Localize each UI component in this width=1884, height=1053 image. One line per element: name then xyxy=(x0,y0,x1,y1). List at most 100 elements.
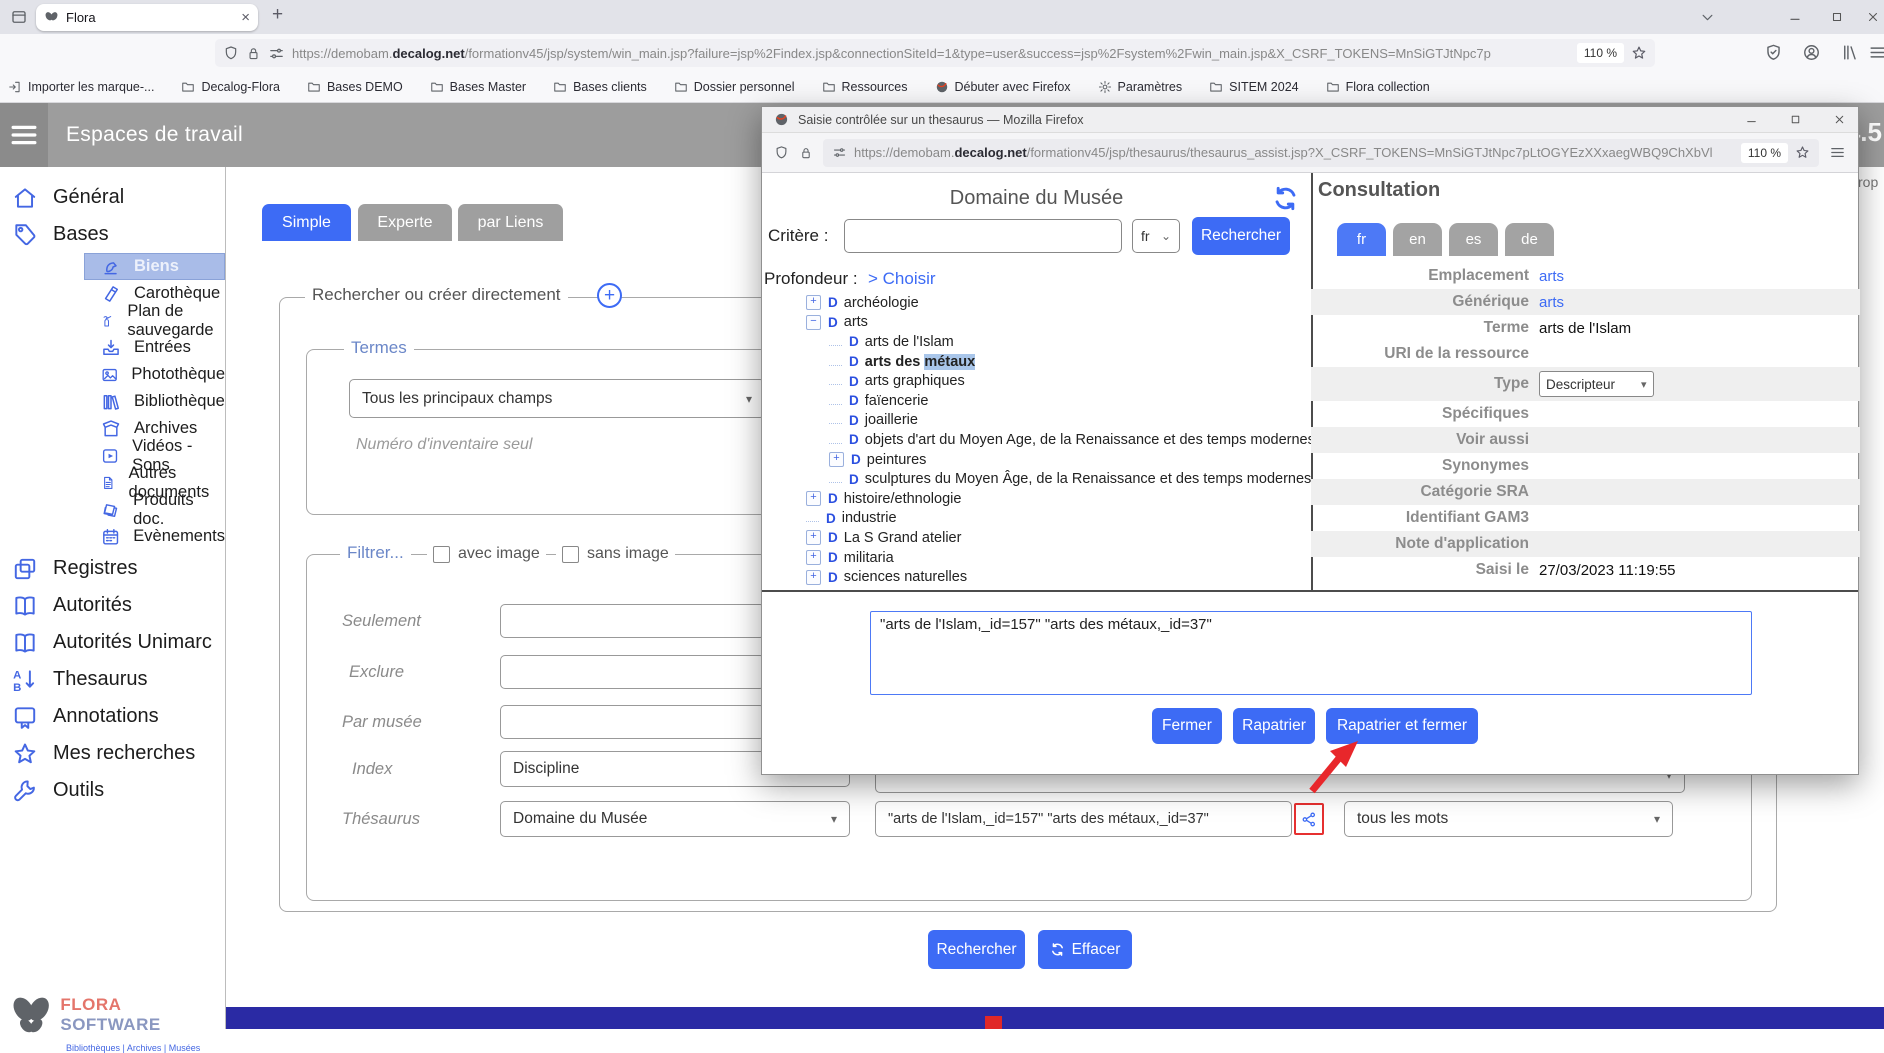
window-minimize-icon[interactable] xyxy=(1788,10,1802,24)
popup-url-bar[interactable]: https://demobam.decalog.net/formationv45… xyxy=(823,139,1819,167)
tree-item[interactable]: +Dsciences naturelles xyxy=(762,567,1311,587)
tree-item[interactable]: Dfaïencerie xyxy=(762,391,1311,411)
window-maximize-icon[interactable] xyxy=(1830,10,1844,24)
bookmark-item[interactable]: Importer les marque-... xyxy=(8,80,154,94)
collapse-minus-icon[interactable]: − xyxy=(806,315,821,330)
bookmark-item[interactable]: Bases clients xyxy=(553,80,647,94)
consultation-value-link[interactable]: arts xyxy=(1539,268,1564,285)
popup-search-button[interactable]: Rechercher xyxy=(1192,217,1290,255)
popup-maximize-icon[interactable] xyxy=(1789,113,1802,126)
list-tabs-chevron-icon[interactable] xyxy=(1700,10,1715,25)
shield-icon[interactable] xyxy=(774,145,789,160)
close-button[interactable]: Fermer xyxy=(1152,708,1222,744)
expand-plus-icon[interactable]: + xyxy=(806,550,821,565)
lock-icon[interactable] xyxy=(799,146,813,160)
thesaurus-select[interactable]: Domaine du Musée▾ xyxy=(500,801,850,837)
bookmark-item[interactable]: Bases Master xyxy=(430,80,526,94)
sidebar-hamburger-block[interactable] xyxy=(0,103,48,167)
sidebar-item-bases[interactable]: Bases xyxy=(0,216,225,253)
zoom-level-badge[interactable]: 110 % xyxy=(1577,43,1624,63)
tab-experte[interactable]: Experte xyxy=(358,204,452,241)
popup-title-bar[interactable]: Saisie contrôlée sur un thesaurus — Mozi… xyxy=(762,107,1858,133)
tab-par-liens[interactable]: par Liens xyxy=(458,204,563,241)
permissions-icon[interactable] xyxy=(268,45,285,62)
sidebar-item-autorit-s[interactable]: Autorités xyxy=(0,587,225,624)
tree-item[interactable]: Djoaillerie xyxy=(762,411,1311,431)
exclure-input[interactable] xyxy=(500,655,765,689)
create-plus-icon[interactable]: + xyxy=(597,283,622,308)
pocket-shield-icon[interactable] xyxy=(1764,43,1783,62)
window-close-icon[interactable] xyxy=(1866,10,1880,24)
language-select[interactable]: fr⌄ xyxy=(1132,219,1180,253)
expand-plus-icon[interactable]: + xyxy=(829,452,844,467)
depth-choose-link[interactable]: > Choisir xyxy=(868,269,936,289)
sidebar-item-produits-doc-[interactable]: Produits doc. xyxy=(0,496,225,523)
lang-tab-de[interactable]: de xyxy=(1505,223,1554,256)
tree-item[interactable]: +DLa S Grand atelier xyxy=(762,528,1311,548)
thesaurus-assist-button[interactable] xyxy=(1294,803,1324,835)
lang-tab-en[interactable]: en xyxy=(1393,223,1442,256)
bookmark-item[interactable]: Flora collection xyxy=(1326,80,1430,94)
sidebar-item-biblioth-que[interactable]: Bibliothèque xyxy=(0,388,225,415)
bookmark-item[interactable]: Bases DEMO xyxy=(307,80,403,94)
bookmark-item[interactable]: Débuter avec Firefox xyxy=(935,80,1071,94)
tree-item[interactable]: +Dpeintures xyxy=(762,450,1311,470)
firefox-view-icon[interactable] xyxy=(10,8,28,26)
sidebar-item-annotations[interactable]: Annotations xyxy=(0,698,225,735)
expand-plus-icon[interactable]: + xyxy=(806,530,821,545)
browser-tab[interactable]: Flora × xyxy=(36,4,258,31)
tree-item[interactable]: −Darts xyxy=(762,313,1311,333)
match-mode-select[interactable]: tous les mots▾ xyxy=(1344,801,1673,837)
sidebar-item-ev-nements[interactable]: Evènements xyxy=(0,523,225,550)
sidebar-item-biens[interactable]: Biens xyxy=(84,253,225,280)
clear-button[interactable]: Effacer xyxy=(1038,930,1132,969)
search-button[interactable]: Rechercher xyxy=(928,930,1025,969)
sidebar-item-autorit-s-unimarc[interactable]: Autorités Unimarc xyxy=(0,624,225,661)
expand-plus-icon[interactable]: + xyxy=(806,570,821,585)
tree-item[interactable]: Darts de l'Islam xyxy=(762,332,1311,352)
expand-plus-icon[interactable]: + xyxy=(806,491,821,506)
tree-item[interactable]: Dindustrie xyxy=(762,509,1311,529)
without-image-checkbox[interactable]: sans image xyxy=(556,545,675,563)
account-icon[interactable] xyxy=(1802,43,1821,62)
expand-plus-icon[interactable]: + xyxy=(806,295,821,310)
popup-close-icon[interactable] xyxy=(1833,113,1846,126)
lock-icon[interactable] xyxy=(246,46,261,61)
tree-item[interactable]: Dobjets d'art du Moyen Age, de la Renais… xyxy=(762,430,1311,450)
popup-zoom-badge[interactable]: 110 % xyxy=(1741,143,1788,163)
par-musee-input[interactable] xyxy=(500,705,765,739)
sidebar-item-plan-de-sauvegarde[interactable]: Plan de sauvegarde xyxy=(0,307,225,334)
tree-item[interactable]: +Dhistoire/ethnologie xyxy=(762,489,1311,509)
library-icon[interactable] xyxy=(1840,43,1859,62)
thesaurus-selection-box[interactable]: "arts de l'Islam,_id=157" "arts des méta… xyxy=(870,611,1752,695)
menu-icon[interactable] xyxy=(1829,144,1846,161)
bookmark-star-icon[interactable] xyxy=(1795,145,1810,160)
menu-icon[interactable] xyxy=(1868,43,1884,62)
url-bar[interactable]: https://demobam.decalog.net/formationv45… xyxy=(215,39,1655,67)
popup-minimize-icon[interactable] xyxy=(1745,113,1758,126)
sidebar-item-outils[interactable]: Outils xyxy=(0,772,225,809)
sidebar-item-g-n-ral[interactable]: Général xyxy=(0,179,225,216)
thesaurus-terms-input[interactable] xyxy=(875,801,1292,837)
new-tab-icon[interactable]: + xyxy=(272,7,283,22)
sidebar-item-mes-recherches[interactable]: Mes recherches xyxy=(0,735,225,772)
tree-item[interactable]: Darts graphiques xyxy=(762,371,1311,391)
bookmark-item[interactable]: Ressources xyxy=(822,80,908,94)
lang-tab-fr[interactable]: fr xyxy=(1337,223,1386,256)
tab-simple[interactable]: Simple xyxy=(262,204,351,241)
consultation-value-link[interactable]: arts xyxy=(1539,294,1564,311)
bookmark-item[interactable]: Decalog-Flora xyxy=(181,80,280,94)
tree-item[interactable]: +Darchéologie xyxy=(762,293,1311,313)
bookmark-item[interactable]: Dossier personnel xyxy=(674,80,795,94)
with-image-checkbox[interactable]: avec image xyxy=(427,545,546,563)
bookmark-item[interactable]: SITEM 2024 xyxy=(1209,80,1298,94)
criteria-input[interactable] xyxy=(844,219,1122,253)
tree-item[interactable]: Darts des métaux xyxy=(762,352,1311,372)
bookmark-item[interactable]: Paramètres xyxy=(1098,80,1183,94)
lang-tab-es[interactable]: es xyxy=(1449,223,1498,256)
type-select[interactable]: Descripteur▾ xyxy=(1539,371,1654,397)
refresh-icon[interactable] xyxy=(1272,185,1299,212)
url-text[interactable]: https://demobam.decalog.net/formationv45… xyxy=(292,46,1570,61)
shield-icon[interactable] xyxy=(223,45,239,61)
tree-item[interactable]: +Dmilitaria xyxy=(762,548,1311,568)
